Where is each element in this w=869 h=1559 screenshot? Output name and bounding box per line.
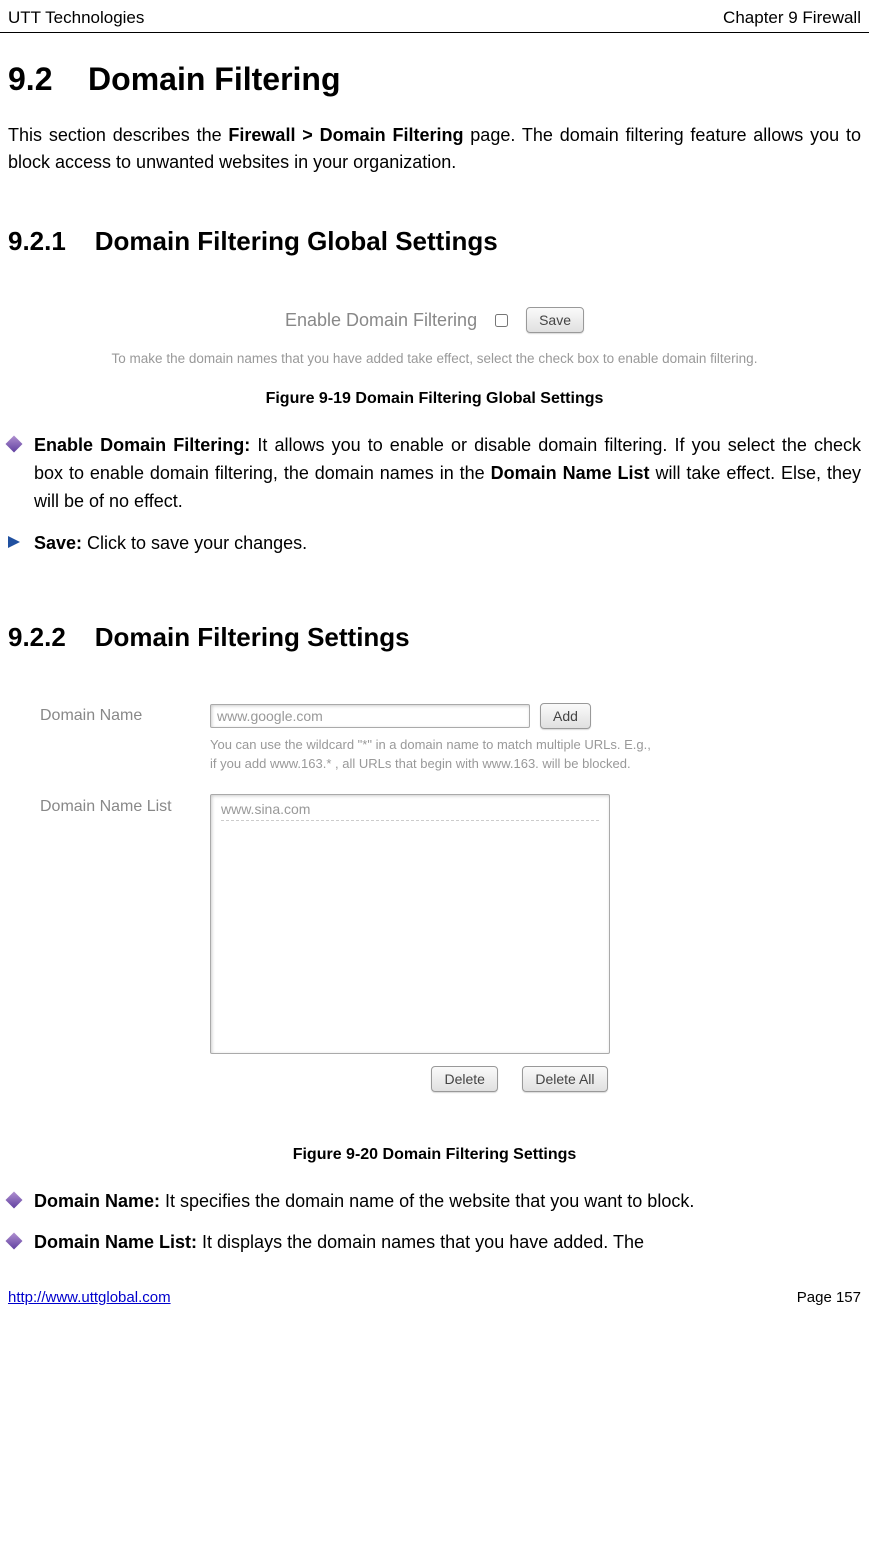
domain-name-list-label: Domain Name List: [40, 794, 180, 816]
subsection-filtering-settings: 9.2.2 Domain Filtering Settings: [0, 572, 869, 693]
domain-name-label: Domain Name: [40, 703, 180, 725]
header-company: UTT Technologies: [8, 8, 144, 28]
delete-button[interactable]: Delete: [431, 1066, 497, 1092]
domain-name-input[interactable]: [210, 704, 530, 728]
diamond-bullet-icon: [8, 438, 20, 450]
bullet-domain-name-list: Domain Name List: It displays the domain…: [34, 1229, 861, 1257]
intro-paragraph: This section describes the Firewall > Do…: [0, 122, 869, 176]
footer-page: Page 157: [797, 1289, 861, 1306]
diamond-bullet-icon: [8, 1194, 20, 1206]
diamond-bullet-icon: [8, 1235, 20, 1247]
figure-global-settings: Enable Domain Filtering Save To make the…: [0, 307, 869, 366]
header-chapter: Chapter 9 Firewall: [723, 8, 861, 28]
enable-hint: To make the domain names that you have a…: [0, 351, 869, 366]
figure-filtering-settings: Domain Name Add You can use the wildcard…: [0, 693, 869, 1122]
list-item[interactable]: www.sina.com: [221, 801, 599, 821]
add-button[interactable]: Add: [540, 703, 591, 729]
wildcard-hint: You can use the wildcard "*" in a domain…: [210, 735, 829, 774]
bullet-domain-name: Domain Name: It specifies the domain nam…: [34, 1188, 861, 1216]
enable-domain-filtering-checkbox[interactable]: [495, 314, 508, 327]
section-title: 9.2 Domain Filtering: [0, 33, 869, 122]
bullet-save: Save: Click to save your changes.: [34, 530, 861, 558]
figure-caption-19: Figure 9-19 Domain Filtering Global Sett…: [0, 390, 869, 408]
figure-caption-20: Figure 9-20 Domain Filtering Settings: [0, 1146, 869, 1164]
bullet-enable-filtering: Enable Domain Filtering: It allows you t…: [34, 432, 861, 516]
delete-all-button[interactable]: Delete All: [522, 1066, 607, 1092]
arrow-bullet-icon: [8, 536, 20, 548]
save-button[interactable]: Save: [526, 307, 584, 333]
footer-url[interactable]: http://www.uttglobal.com: [8, 1289, 171, 1306]
enable-domain-filtering-label: Enable Domain Filtering: [285, 310, 477, 331]
domain-name-listbox[interactable]: www.sina.com: [210, 794, 610, 1054]
subsection-global-settings: 9.2.1 Domain Filtering Global Settings: [0, 176, 869, 297]
